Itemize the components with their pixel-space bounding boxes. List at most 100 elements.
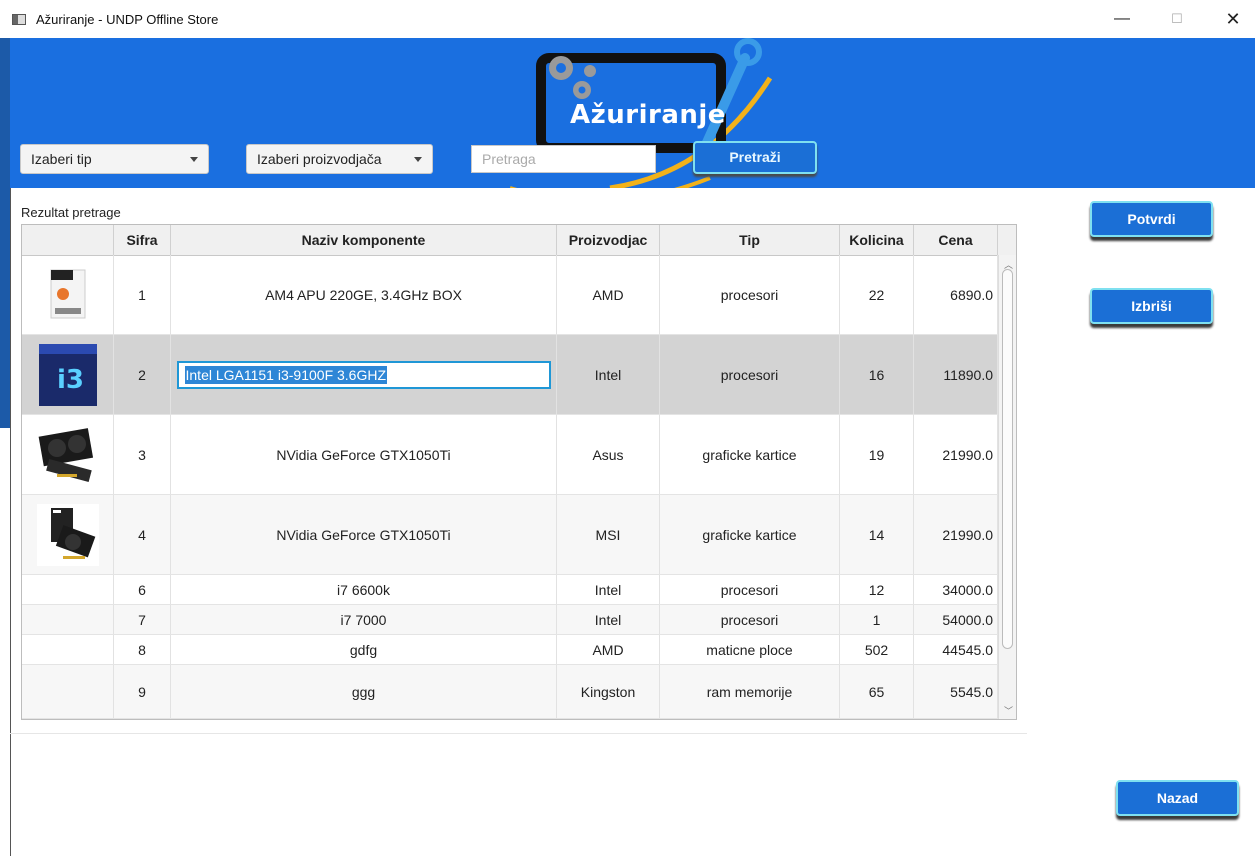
column-header-cena[interactable]: Cena bbox=[914, 225, 998, 255]
product-image bbox=[22, 255, 114, 334]
product-image: i3 bbox=[22, 335, 114, 414]
table-row-selected[interactable]: i3 2 Intel LGA1151 i3-9100F 3.6GHZ Intel… bbox=[22, 335, 998, 415]
cell-cena: 54000.0 bbox=[914, 605, 998, 634]
cell-kolicina: 1 bbox=[840, 605, 914, 634]
type-select[interactable]: Izaberi tip bbox=[20, 144, 209, 174]
cell-cena: 21990.0 bbox=[914, 495, 998, 574]
type-select-value: Izaberi tip bbox=[31, 151, 92, 167]
asus-gpu-image bbox=[38, 427, 93, 482]
cell-proizvodjac: AMD bbox=[557, 635, 660, 664]
table-row[interactable]: 8 gdfg AMD maticne ploce 502 44545.0 bbox=[22, 635, 998, 665]
content-divider bbox=[10, 733, 1027, 734]
cell-sifra: 6 bbox=[114, 575, 171, 604]
table-row[interactable]: 4 NVidia GeForce GTX1050Ti MSI graficke … bbox=[22, 495, 998, 575]
cell-naziv: ggg bbox=[171, 665, 557, 718]
cell-tip: graficke kartice bbox=[660, 415, 840, 494]
cell-kolicina: 65 bbox=[840, 665, 914, 718]
header-banner: Ažuriranje Izaberi tip Izaberi proizvodj… bbox=[10, 38, 1255, 188]
minimize-button[interactable]: — bbox=[1107, 8, 1137, 30]
column-header-naziv[interactable]: Naziv komponente bbox=[171, 225, 557, 255]
product-image-empty bbox=[22, 605, 114, 634]
scroll-down-icon[interactable]: ﹀ bbox=[1004, 704, 1013, 717]
cell-kolicina: 502 bbox=[840, 635, 914, 664]
cell-cena: 21990.0 bbox=[914, 415, 998, 494]
page-heading: Ažuriranje bbox=[570, 100, 726, 130]
svg-text:i3: i3 bbox=[57, 365, 84, 395]
window-titlebar: Ažuriranje - UNDP Offline Store — ☐ ✕ bbox=[0, 0, 1255, 38]
scrollbar-thumb[interactable] bbox=[1002, 269, 1013, 649]
delete-button[interactable]: Izbriši bbox=[1090, 288, 1213, 324]
cell-naziv-editor[interactable]: Intel LGA1151 i3-9100F 3.6GHZ bbox=[171, 335, 557, 414]
table-header: Sifra Naziv komponente Proizvodjac Tip K… bbox=[22, 225, 1016, 256]
product-image-empty bbox=[22, 575, 114, 604]
column-header-proizvodjac[interactable]: Proizvodjac bbox=[557, 225, 660, 255]
cell-proizvodjac: AMD bbox=[557, 255, 660, 334]
intel-i3-box-image: i3 bbox=[38, 343, 97, 406]
cell-sifra: 7 bbox=[114, 605, 171, 634]
cell-tip: procesori bbox=[660, 575, 840, 604]
table-row[interactable]: 7 i7 7000 Intel procesori 1 54000.0 bbox=[22, 605, 998, 635]
edit-naziv-selected-text: Intel LGA1151 i3-9100F 3.6GHZ bbox=[184, 365, 388, 384]
column-header-sifra[interactable]: Sifra bbox=[114, 225, 171, 255]
manufacturer-select-value: Izaberi proizvodjača bbox=[257, 151, 382, 167]
cell-proizvodjac: MSI bbox=[557, 495, 660, 574]
column-header-image[interactable] bbox=[22, 225, 114, 255]
manufacturer-select[interactable]: Izaberi proizvodjača bbox=[246, 144, 433, 174]
table-row[interactable]: 3 NVidia GeForce GTX1050Ti Asus graficke… bbox=[22, 415, 998, 495]
cell-proizvodjac: Intel bbox=[557, 335, 660, 414]
cell-kolicina: 14 bbox=[840, 495, 914, 574]
cell-cena: 6890.0 bbox=[914, 255, 998, 334]
cell-sifra: 3 bbox=[114, 415, 171, 494]
cell-kolicina: 19 bbox=[840, 415, 914, 494]
msi-gpu-image bbox=[36, 503, 99, 566]
close-button[interactable]: ✕ bbox=[1218, 8, 1248, 30]
search-input[interactable] bbox=[471, 145, 656, 173]
cell-sifra: 9 bbox=[114, 665, 171, 718]
cell-tip: graficke kartice bbox=[660, 495, 840, 574]
table-row[interactable]: 6 i7 6600k Intel procesori 12 34000.0 bbox=[22, 575, 998, 605]
back-button[interactable]: Nazad bbox=[1116, 780, 1239, 816]
cell-cena: 5545.0 bbox=[914, 665, 998, 718]
cell-naziv: i7 6600k bbox=[171, 575, 557, 604]
product-image bbox=[22, 495, 114, 574]
amd-cpu-box-image bbox=[50, 269, 85, 318]
cell-naziv: i7 7000 bbox=[171, 605, 557, 634]
product-image-empty bbox=[22, 635, 114, 664]
table-row[interactable]: 1 AM4 APU 220GE, 3.4GHz BOX AMD procesor… bbox=[22, 255, 998, 335]
window-title: Ažuriranje - UNDP Offline Store bbox=[36, 12, 219, 27]
cell-naziv: gdfg bbox=[171, 635, 557, 664]
confirm-button[interactable]: Potvrdi bbox=[1090, 201, 1213, 237]
cell-sifra: 2 bbox=[114, 335, 171, 414]
cell-naziv: NVidia GeForce GTX1050Ti bbox=[171, 415, 557, 494]
cell-proizvodjac: Asus bbox=[557, 415, 660, 494]
cell-sifra: 1 bbox=[114, 255, 171, 334]
cell-naziv: NVidia GeForce GTX1050Ti bbox=[171, 495, 557, 574]
cell-tip: procesori bbox=[660, 335, 840, 414]
search-button[interactable]: Pretraži bbox=[693, 141, 817, 174]
product-image-empty bbox=[22, 665, 114, 718]
maximize-button[interactable]: ☐ bbox=[1162, 8, 1192, 30]
table-row[interactable]: 9 ggg Kingston ram memorije 65 5545.0 bbox=[22, 665, 998, 719]
product-image bbox=[22, 415, 114, 494]
chevron-down-icon bbox=[190, 157, 198, 162]
table-vertical-scrollbar[interactable]: ︿ ﹀ bbox=[998, 255, 1016, 719]
edit-naziv-input[interactable]: Intel LGA1151 i3-9100F 3.6GHZ bbox=[176, 360, 551, 389]
cell-naziv: AM4 APU 220GE, 3.4GHz BOX bbox=[171, 255, 557, 334]
cell-kolicina: 22 bbox=[840, 255, 914, 334]
cell-cena: 11890.0 bbox=[914, 335, 998, 414]
result-label: Rezultat pretrage bbox=[21, 205, 121, 220]
cell-proizvodjac: Intel bbox=[557, 605, 660, 634]
column-header-kolicina[interactable]: Kolicina bbox=[840, 225, 914, 255]
results-table[interactable]: Sifra Naziv komponente Proizvodjac Tip K… bbox=[21, 224, 1017, 720]
cell-tip: maticne ploce bbox=[660, 635, 840, 664]
column-header-tip[interactable]: Tip bbox=[660, 225, 840, 255]
cell-cena: 44545.0 bbox=[914, 635, 998, 664]
cell-proizvodjac: Intel bbox=[557, 575, 660, 604]
cell-tip: ram memorije bbox=[660, 665, 840, 718]
cell-sifra: 8 bbox=[114, 635, 171, 664]
cell-tip: procesori bbox=[660, 605, 840, 634]
cell-kolicina: 16 bbox=[840, 335, 914, 414]
cell-proizvodjac: Kingston bbox=[557, 665, 660, 718]
chevron-down-icon bbox=[414, 157, 422, 162]
cell-tip: procesori bbox=[660, 255, 840, 334]
